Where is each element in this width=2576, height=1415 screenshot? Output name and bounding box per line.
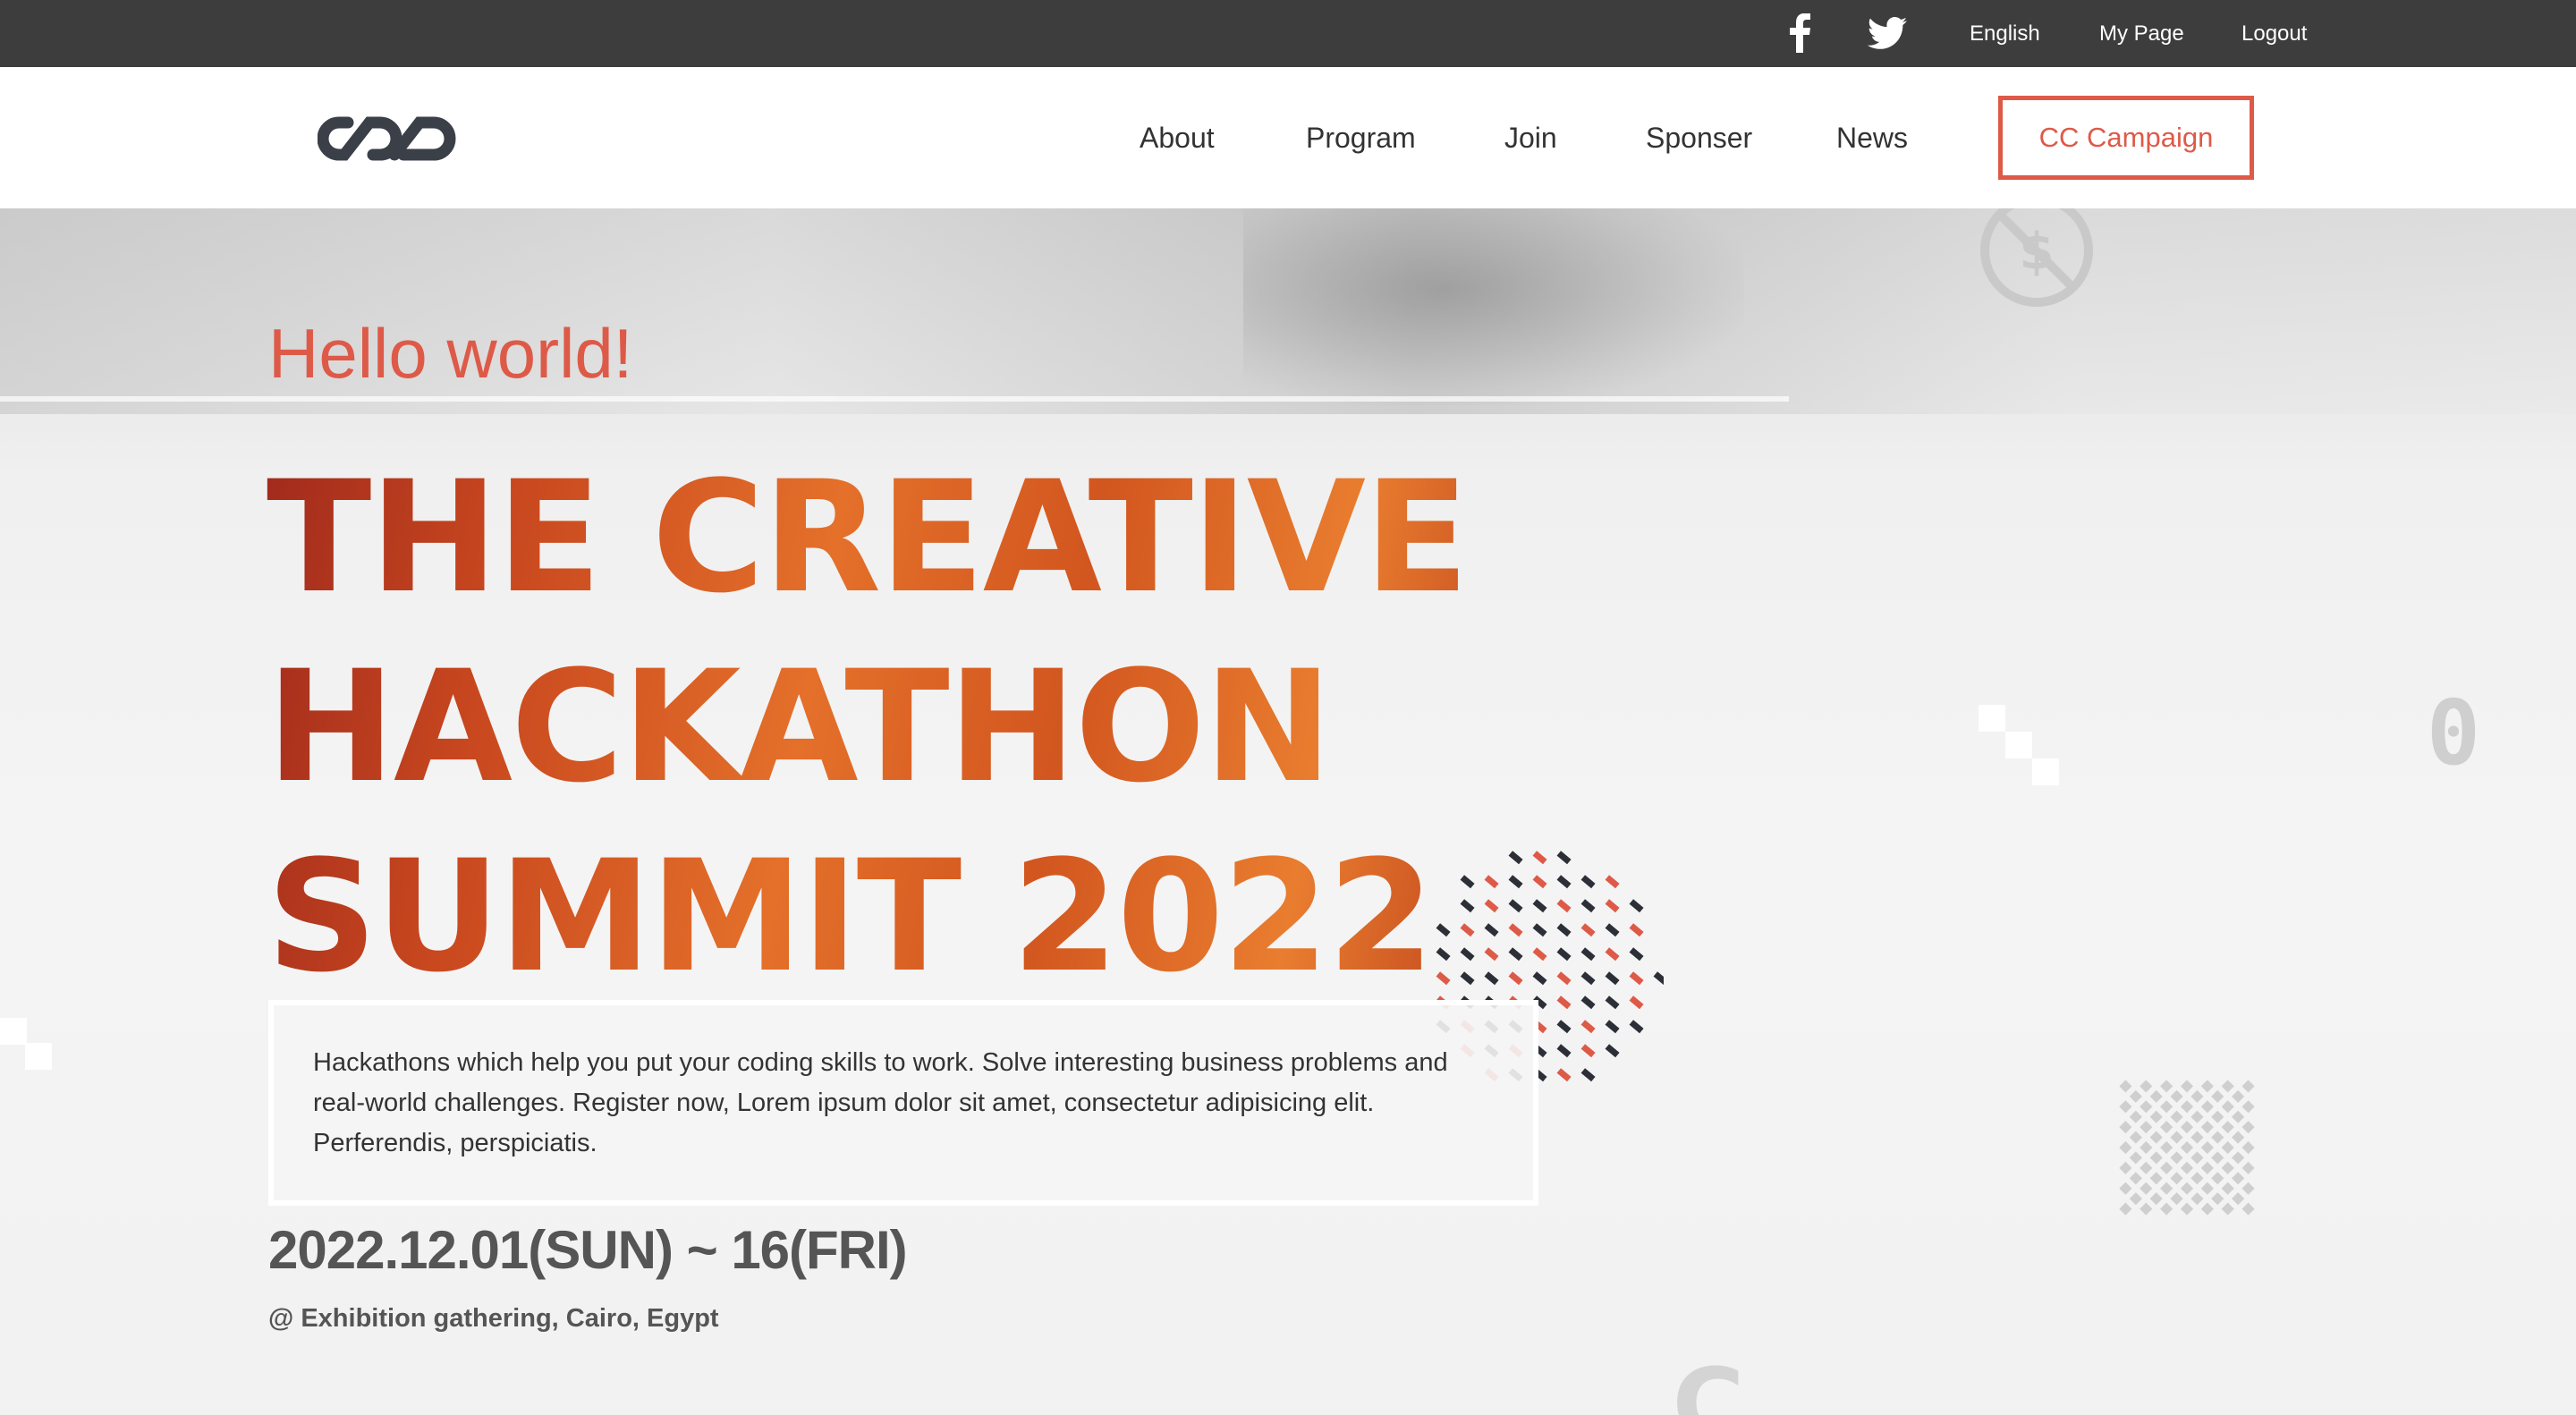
event-title-line-1: THE CREATIVE bbox=[267, 447, 1468, 627]
top-utility-bar: English My Page Logout bbox=[0, 0, 2576, 67]
logo-icon[interactable] bbox=[317, 106, 465, 171]
hero-section: $ 0 C Hello world! THE CREATIVE HACKATHO… bbox=[0, 208, 2576, 1415]
svg-text:0: 0 bbox=[2427, 687, 2480, 776]
c-glyph-decoration: C bbox=[1673, 1347, 1745, 1415]
zero-glyph-decoration: 0 bbox=[2427, 687, 2480, 776]
greeting-heading: Hello world! bbox=[268, 314, 633, 393]
twitter-icon[interactable] bbox=[1865, 11, 1910, 55]
svg-text:$: $ bbox=[2020, 223, 2055, 281]
event-title: THE CREATIVE HACKATHON SUMMIT 2022 bbox=[267, 443, 1468, 1012]
pixel-blocks-decoration-left bbox=[0, 1018, 52, 1070]
main-header: About Program Join Sponser News CC Campa… bbox=[0, 67, 2576, 208]
nav-news[interactable]: News bbox=[1836, 67, 1908, 208]
no-dollar-icon: $ bbox=[1980, 208, 2093, 307]
hero-background-stripe bbox=[0, 396, 1789, 402]
my-page-link[interactable]: My Page bbox=[2099, 0, 2184, 67]
nav-program[interactable]: Program bbox=[1306, 67, 1416, 208]
event-location: @ Exhibition gathering, Cairo, Egypt bbox=[268, 1304, 719, 1333]
event-description-box: Hackathons which help you put your codin… bbox=[268, 1000, 1538, 1206]
diamond-dot-pattern bbox=[2119, 1080, 2255, 1216]
facebook-icon[interactable] bbox=[1780, 11, 1819, 55]
svg-text:C: C bbox=[1673, 1347, 1745, 1415]
pixel-blocks-decoration bbox=[1979, 705, 2059, 785]
event-description: Hackathons which help you put your codin… bbox=[313, 1048, 1448, 1157]
cc-campaign-button[interactable]: CC Campaign bbox=[1998, 96, 2254, 180]
event-date: 2022.12.01(SUN) ~ 16(FRI) bbox=[268, 1220, 908, 1280]
language-link[interactable]: English bbox=[1970, 0, 2040, 67]
hero-background-shape bbox=[1243, 208, 1744, 405]
logout-link[interactable]: Logout bbox=[2241, 0, 2307, 67]
nav-about[interactable]: About bbox=[1140, 67, 1215, 208]
event-title-line-3: SUMMIT 2022 bbox=[267, 826, 1433, 1006]
nav-sponser[interactable]: Sponser bbox=[1646, 67, 1752, 208]
nav-join[interactable]: Join bbox=[1504, 67, 1557, 208]
event-title-line-2: HACKATHON bbox=[267, 637, 1331, 817]
